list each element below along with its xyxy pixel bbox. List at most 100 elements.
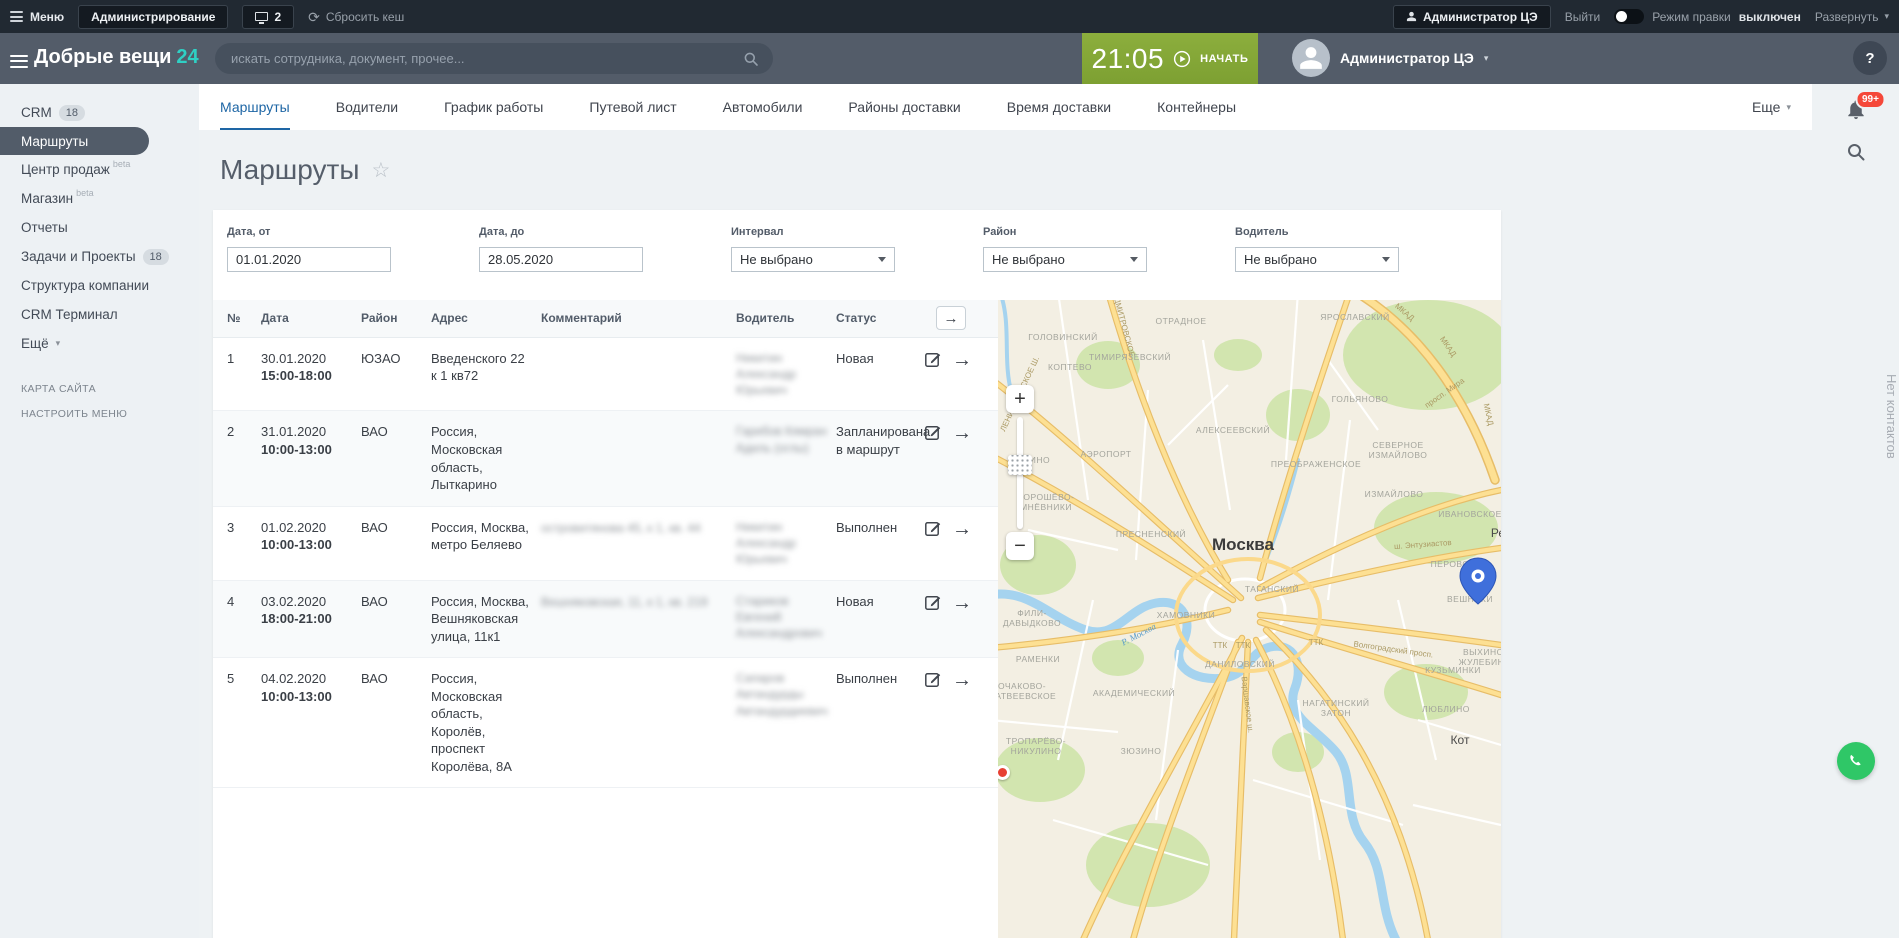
- edit-route-button[interactable]: [924, 670, 942, 693]
- help-button[interactable]: ?: [1853, 41, 1887, 75]
- search-icon[interactable]: [743, 51, 759, 67]
- driver-redacted: Гарибов Кямран Адиль (оглы): [736, 423, 828, 455]
- table-header-row: №ДатаРайонАдресКомментарийВодительСтатус…: [213, 300, 998, 337]
- sidebar-item-Магазин[interactable]: Магазинbeta: [0, 184, 199, 213]
- sidebar-item-Центр продаж[interactable]: Центр продажbeta: [0, 155, 199, 184]
- tabs-bar: Маршруты Водители График работы Путевой лис…: [199, 84, 1812, 130]
- map-label: ФИЛИ-: [1017, 608, 1047, 618]
- routes-tbody: 130.01.202015:00-18:00ЮЗАОВведенского 22…: [213, 337, 998, 788]
- tab-more[interactable]: Еще ▾: [1752, 84, 1791, 130]
- edit-mode-toggle[interactable]: Режим правки выключен: [1614, 9, 1801, 24]
- sidebar-item-Отчеты[interactable]: Отчеты: [0, 213, 199, 242]
- map-canvas[interactable]: ГОЛОВИНСКИЙДМИТРОВСКОЕОТРАДНОЕЯРОСЛАВСКИ…: [998, 300, 1501, 938]
- filter-select[interactable]: Не выбрано: [1235, 247, 1399, 272]
- filter-input[interactable]: 28.05.2020: [479, 247, 643, 272]
- notifications-button[interactable]: 99+: [1844, 98, 1867, 126]
- map-label: ТТК: [1236, 641, 1251, 650]
- dock-search-button[interactable]: [1846, 142, 1866, 167]
- map-label: ДАНИЛОВСКИЙ: [1205, 658, 1275, 669]
- sidebar-item-CRM[interactable]: CRM18: [0, 98, 199, 127]
- route-number: 5: [213, 658, 261, 788]
- sidebar-item-Ещё[interactable]: Ещё▾: [0, 329, 199, 358]
- expand-button[interactable]: Развернуть ▾: [1815, 10, 1889, 24]
- open-route-button[interactable]: →: [952, 349, 972, 371]
- administration-button[interactable]: Администрирование: [78, 5, 228, 29]
- logout-button[interactable]: Выйти: [1565, 10, 1601, 24]
- right-dock: 99+ Нет контактов: [1812, 84, 1899, 938]
- search-input[interactable]: [229, 50, 743, 67]
- map-label: ЯРОСЛАВСКИЙ: [1320, 311, 1390, 322]
- tab-Время доставки[interactable]: Время доставки: [1007, 84, 1111, 130]
- zoom-out-button[interactable]: −: [1006, 532, 1034, 560]
- route-driver: Сапаров Автандурды Автандурдиевич: [736, 658, 836, 788]
- edit-route-button[interactable]: [924, 350, 942, 373]
- column-header-Статус: Статус: [836, 300, 924, 337]
- map-label: ХАМОВНИКИ: [1157, 610, 1216, 620]
- map-label: ЗЮЗИНО: [1121, 746, 1162, 756]
- map-label: ТТК: [1213, 641, 1228, 650]
- chevron-down-icon: [1382, 257, 1390, 262]
- column-header-actions: →: [924, 300, 998, 337]
- map-label: Ре: [1491, 526, 1501, 540]
- open-route-button[interactable]: →: [952, 669, 972, 691]
- comment-redacted: островитянова 45, к 1, кв. 44: [541, 520, 701, 536]
- monitor-icon: [255, 12, 268, 21]
- open-route-button[interactable]: →: [952, 422, 972, 444]
- filter-input[interactable]: 01.01.2020: [227, 247, 391, 272]
- call-button[interactable]: [1837, 742, 1875, 780]
- map-label: ИЗМАЙЛОВО: [1369, 449, 1428, 460]
- admin-menu-button[interactable]: Меню: [10, 9, 64, 25]
- admin-bar-right: Администратор ЦЭ Выйти Режим правки выкл…: [1393, 5, 1889, 29]
- tab-Путевой лист[interactable]: Путевой лист: [589, 84, 676, 130]
- chevron-down-icon: [1130, 257, 1138, 262]
- sidebar-item-Маршруты[interactable]: Маршруты: [0, 127, 149, 155]
- filter-Интервал: ИнтервалНе выбрано: [731, 226, 895, 300]
- open-route-button[interactable]: →: [952, 518, 972, 540]
- sidebar-footer-link[interactable]: НАСТРОИТЬ МЕНЮ: [0, 401, 199, 426]
- open-route-button[interactable]: →: [952, 592, 972, 614]
- zoom-in-button[interactable]: +: [1006, 385, 1034, 413]
- monitor-button[interactable]: 2: [242, 5, 294, 29]
- tab-Районы доставки[interactable]: Районы доставки: [848, 84, 960, 130]
- admin-menu-label: Меню: [30, 10, 64, 24]
- route-driver: Никитин Александр Юрьевич: [736, 506, 836, 580]
- chevron-down-icon: ▾: [1786, 102, 1791, 113]
- current-user[interactable]: Администратор ЦЭ ▾: [1292, 39, 1488, 77]
- sidebar-item-Задачи и Проекты[interactable]: Задачи и Проекты18: [0, 242, 199, 271]
- tab-Автомобили[interactable]: Автомобили: [723, 84, 803, 130]
- app-logo[interactable]: Добрые вещи24: [34, 46, 199, 69]
- admin-user-button[interactable]: Администратор ЦЭ: [1393, 5, 1551, 29]
- filter-select[interactable]: Не выбрано: [731, 247, 895, 272]
- tab-Маршруты[interactable]: Маршруты: [220, 84, 290, 130]
- sidebar-item-label: Центр продаж: [21, 162, 110, 177]
- filter-label: Дата, от: [227, 226, 391, 238]
- reset-cache-button[interactable]: ⟳ Сбросить кеш: [308, 10, 404, 24]
- chevron-down-icon: [878, 257, 886, 262]
- filter-value: Не выбрано: [992, 252, 1065, 267]
- map-container[interactable]: ГОЛОВИНСКИЙДМИТРОВСКОЕОТРАДНОЕЯРОСЛАВСКИ…: [998, 300, 1501, 938]
- hamburger-icon[interactable]: [10, 51, 28, 71]
- zoom-handle[interactable]: [1008, 455, 1032, 475]
- route-time: 18:00-21:00: [261, 610, 353, 628]
- sidebar-item-Структура компании[interactable]: Структура компании: [0, 271, 199, 300]
- column-header-Водитель: Водитель: [736, 300, 836, 337]
- tab-Контейнеры[interactable]: Контейнеры: [1157, 84, 1236, 130]
- work-timer[interactable]: 21:05 НАЧАТЬ: [1082, 33, 1258, 84]
- play-icon: [1173, 50, 1191, 68]
- edit-route-button[interactable]: [924, 519, 942, 542]
- tab-График работы[interactable]: График работы: [444, 84, 543, 130]
- sidebar-item-CRM Терминал[interactable]: CRM Терминал: [0, 300, 199, 329]
- map-label: ВЫХИНО-: [1463, 647, 1501, 657]
- edit-route-button[interactable]: [924, 423, 942, 446]
- monitor-count: 2: [274, 10, 281, 24]
- tab-Водители[interactable]: Водители: [336, 84, 398, 130]
- edit-route-button[interactable]: [924, 593, 942, 616]
- favorite-star-icon[interactable]: ☆: [371, 158, 390, 183]
- routes-table: №ДатаРайонАдресКомментарийВодительСтатус…: [213, 300, 998, 788]
- expand-table-button[interactable]: →: [936, 306, 966, 330]
- sidebar-footer-link[interactable]: КАРТА САЙТА: [0, 376, 199, 401]
- person-icon: [1406, 11, 1417, 22]
- filters-row: Дата, от01.01.2020Дата, до28.05.2020Инте…: [213, 210, 1501, 300]
- filter-label: Водитель: [1235, 226, 1399, 238]
- filter-select[interactable]: Не выбрано: [983, 247, 1147, 272]
